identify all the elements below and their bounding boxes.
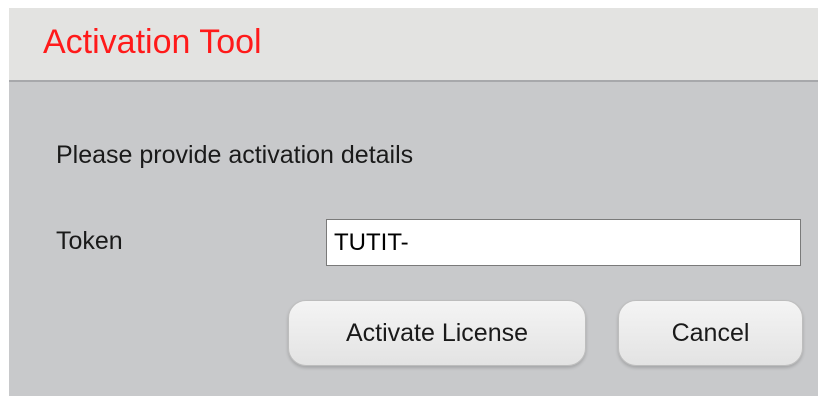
title-bar: Activation Tool [9,8,818,82]
activation-dialog: Activation Tool Please provide activatio… [9,8,818,396]
token-input[interactable] [326,219,801,266]
activate-license-button[interactable]: Activate License [288,300,586,366]
instruction-text: Please provide activation details [56,141,414,169]
dialog-title: Activation Tool [43,23,262,61]
token-label: Token [56,227,123,255]
cancel-button[interactable]: Cancel [618,300,803,366]
